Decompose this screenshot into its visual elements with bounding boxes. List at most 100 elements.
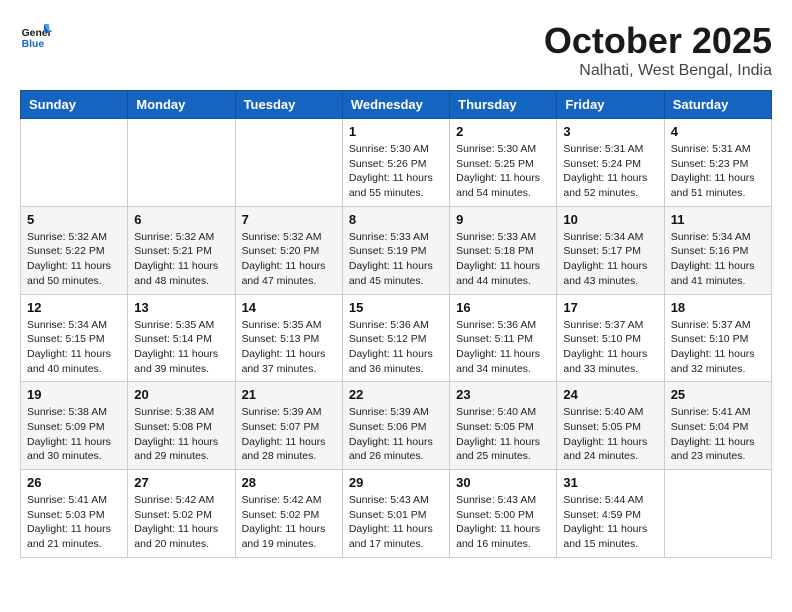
logo-icon: General Blue xyxy=(20,20,52,52)
day-number: 13 xyxy=(134,300,228,315)
day-number: 25 xyxy=(671,387,765,402)
weekday-header: Friday xyxy=(557,91,664,119)
day-number: 19 xyxy=(27,387,121,402)
day-info: Sunrise: 5:34 AM Sunset: 5:15 PM Dayligh… xyxy=(27,318,121,377)
day-number: 21 xyxy=(242,387,336,402)
calendar-cell: 4Sunrise: 5:31 AM Sunset: 5:23 PM Daylig… xyxy=(664,119,771,207)
weekday-header: Monday xyxy=(128,91,235,119)
day-number: 18 xyxy=(671,300,765,315)
calendar-cell: 12 Sunrise: 5:34 AM Sunset: 5:15 PM Dayli… xyxy=(21,294,128,382)
day-info: Sunrise: 5:33 AM Sunset: 5:19 PM Dayligh… xyxy=(349,230,443,289)
day-number: 6 xyxy=(134,212,228,227)
calendar-cell: 11 Sunrise: 5:34 AM Sunset: 5:16 PM Dayli… xyxy=(664,206,771,294)
day-info: Sunrise: 5:38 AM Sunset: 5:08 PM Dayligh… xyxy=(134,405,228,464)
calendar-cell: 25 Sunrise: 5:41 AM Sunset: 5:04 PM Dayli… xyxy=(664,382,771,470)
page-header: General Blue October 2025 Nalhati, West … xyxy=(20,20,772,80)
day-info: Sunrise: 5:40 AM Sunset: 5:05 PM Dayligh… xyxy=(456,405,550,464)
calendar-cell: 5 Sunrise: 5:32 AM Sunset: 5:22 PM Daylig… xyxy=(21,206,128,294)
day-number: 17 xyxy=(563,300,657,315)
day-info: Sunrise: 5:41 AM Sunset: 5:03 PM Dayligh… xyxy=(27,493,121,552)
weekday-header: Tuesday xyxy=(235,91,342,119)
calendar-week-row: 26 Sunrise: 5:41 AM Sunset: 5:03 PM Dayli… xyxy=(21,470,772,558)
weekday-header: Saturday xyxy=(664,91,771,119)
calendar-cell xyxy=(235,119,342,207)
day-info: Sunrise: 5:35 AM Sunset: 5:14 PM Dayligh… xyxy=(134,318,228,377)
day-number: 3 xyxy=(563,124,657,139)
calendar-cell: 17Sunrise: 5:37 AM Sunset: 5:10 PM Dayli… xyxy=(557,294,664,382)
day-number: 31 xyxy=(563,475,657,490)
day-info: Sunrise: 5:33 AM Sunset: 5:18 PM Dayligh… xyxy=(456,230,550,289)
day-info: Sunrise: 5:43 AM Sunset: 5:01 PM Dayligh… xyxy=(349,493,443,552)
day-number: 30 xyxy=(456,475,550,490)
day-info: Sunrise: 5:40 AM Sunset: 5:05 PM Dayligh… xyxy=(563,405,657,464)
weekday-header: Wednesday xyxy=(342,91,449,119)
calendar-cell: 9Sunrise: 5:33 AM Sunset: 5:18 PM Daylig… xyxy=(450,206,557,294)
day-number: 27 xyxy=(134,475,228,490)
day-number: 4 xyxy=(671,124,765,139)
day-info: Sunrise: 5:30 AM Sunset: 5:26 PM Dayligh… xyxy=(349,142,443,201)
calendar-cell: 27 Sunrise: 5:42 AM Sunset: 5:02 PM Dayli… xyxy=(128,470,235,558)
day-info: Sunrise: 5:36 AM Sunset: 5:12 PM Dayligh… xyxy=(349,318,443,377)
calendar-cell: 2Sunrise: 5:30 AM Sunset: 5:25 PM Daylig… xyxy=(450,119,557,207)
calendar-week-row: 1 Sunrise: 5:30 AM Sunset: 5:26 PM Daylig… xyxy=(21,119,772,207)
day-number: 10 xyxy=(563,212,657,227)
calendar-cell: 15 Sunrise: 5:36 AM Sunset: 5:12 PM Dayli… xyxy=(342,294,449,382)
calendar-cell xyxy=(21,119,128,207)
day-number: 12 xyxy=(27,300,121,315)
day-info: Sunrise: 5:34 AM Sunset: 5:17 PM Dayligh… xyxy=(563,230,657,289)
calendar-cell xyxy=(664,470,771,558)
weekday-header: Thursday xyxy=(450,91,557,119)
calendar-cell: 20Sunrise: 5:38 AM Sunset: 5:08 PM Dayli… xyxy=(128,382,235,470)
calendar-cell: 3Sunrise: 5:31 AM Sunset: 5:24 PM Daylig… xyxy=(557,119,664,207)
day-info: Sunrise: 5:34 AM Sunset: 5:16 PM Dayligh… xyxy=(671,230,765,289)
calendar-week-row: 5 Sunrise: 5:32 AM Sunset: 5:22 PM Daylig… xyxy=(21,206,772,294)
calendar-cell: 29 Sunrise: 5:43 AM Sunset: 5:01 PM Dayli… xyxy=(342,470,449,558)
calendar-cell: 10 Sunrise: 5:34 AM Sunset: 5:17 PM Dayli… xyxy=(557,206,664,294)
calendar-cell: 28 Sunrise: 5:42 AM Sunset: 5:02 PM Dayli… xyxy=(235,470,342,558)
day-info: Sunrise: 5:38 AM Sunset: 5:09 PM Dayligh… xyxy=(27,405,121,464)
day-number: 15 xyxy=(349,300,443,315)
calendar-cell: 24 Sunrise: 5:40 AM Sunset: 5:05 PM Dayli… xyxy=(557,382,664,470)
calendar-cell: 18Sunrise: 5:37 AM Sunset: 5:10 PM Dayli… xyxy=(664,294,771,382)
day-number: 24 xyxy=(563,387,657,402)
day-info: Sunrise: 5:32 AM Sunset: 5:22 PM Dayligh… xyxy=(27,230,121,289)
calendar-cell: 13 Sunrise: 5:35 AM Sunset: 5:14 PM Dayli… xyxy=(128,294,235,382)
logo: General Blue xyxy=(20,20,52,52)
day-number: 11 xyxy=(671,212,765,227)
day-info: Sunrise: 5:39 AM Sunset: 5:06 PM Dayligh… xyxy=(349,405,443,464)
svg-text:Blue: Blue xyxy=(22,39,45,50)
calendar-cell: 19 Sunrise: 5:38 AM Sunset: 5:09 PM Dayli… xyxy=(21,382,128,470)
day-info: Sunrise: 5:32 AM Sunset: 5:20 PM Dayligh… xyxy=(242,230,336,289)
calendar-cell: 14Sunrise: 5:35 AM Sunset: 5:13 PM Dayli… xyxy=(235,294,342,382)
day-info: Sunrise: 5:36 AM Sunset: 5:11 PM Dayligh… xyxy=(456,318,550,377)
day-info: Sunrise: 5:42 AM Sunset: 5:02 PM Dayligh… xyxy=(242,493,336,552)
day-number: 28 xyxy=(242,475,336,490)
day-number: 26 xyxy=(27,475,121,490)
day-info: Sunrise: 5:43 AM Sunset: 5:00 PM Dayligh… xyxy=(456,493,550,552)
calendar-cell: 16Sunrise: 5:36 AM Sunset: 5:11 PM Dayli… xyxy=(450,294,557,382)
day-info: Sunrise: 5:41 AM Sunset: 5:04 PM Dayligh… xyxy=(671,405,765,464)
day-number: 7 xyxy=(242,212,336,227)
title-section: October 2025 Nalhati, West Bengal, India xyxy=(544,20,772,80)
day-info: Sunrise: 5:44 AM Sunset: 4:59 PM Dayligh… xyxy=(563,493,657,552)
day-number: 22 xyxy=(349,387,443,402)
day-info: Sunrise: 5:39 AM Sunset: 5:07 PM Dayligh… xyxy=(242,405,336,464)
day-number: 1 xyxy=(349,124,443,139)
calendar-cell: 7 Sunrise: 5:32 AM Sunset: 5:20 PM Daylig… xyxy=(235,206,342,294)
day-info: Sunrise: 5:32 AM Sunset: 5:21 PM Dayligh… xyxy=(134,230,228,289)
calendar-cell: 30 Sunrise: 5:43 AM Sunset: 5:00 PM Dayli… xyxy=(450,470,557,558)
calendar-header-row: SundayMondayTuesdayWednesdayThursdayFrid… xyxy=(21,91,772,119)
day-number: 8 xyxy=(349,212,443,227)
calendar-cell: 21 Sunrise: 5:39 AM Sunset: 5:07 PM Dayli… xyxy=(235,382,342,470)
weekday-header: Sunday xyxy=(21,91,128,119)
calendar-cell: 22 Sunrise: 5:39 AM Sunset: 5:06 PM Dayli… xyxy=(342,382,449,470)
calendar-cell: 26 Sunrise: 5:41 AM Sunset: 5:03 PM Dayli… xyxy=(21,470,128,558)
day-number: 29 xyxy=(349,475,443,490)
calendar-cell: 6 Sunrise: 5:32 AM Sunset: 5:21 PM Daylig… xyxy=(128,206,235,294)
day-number: 5 xyxy=(27,212,121,227)
day-info: Sunrise: 5:30 AM Sunset: 5:25 PM Dayligh… xyxy=(456,142,550,201)
calendar-cell: 8 Sunrise: 5:33 AM Sunset: 5:19 PM Daylig… xyxy=(342,206,449,294)
calendar: SundayMondayTuesdayWednesdayThursdayFrid… xyxy=(20,90,772,558)
day-number: 14 xyxy=(242,300,336,315)
day-info: Sunrise: 5:42 AM Sunset: 5:02 PM Dayligh… xyxy=(134,493,228,552)
